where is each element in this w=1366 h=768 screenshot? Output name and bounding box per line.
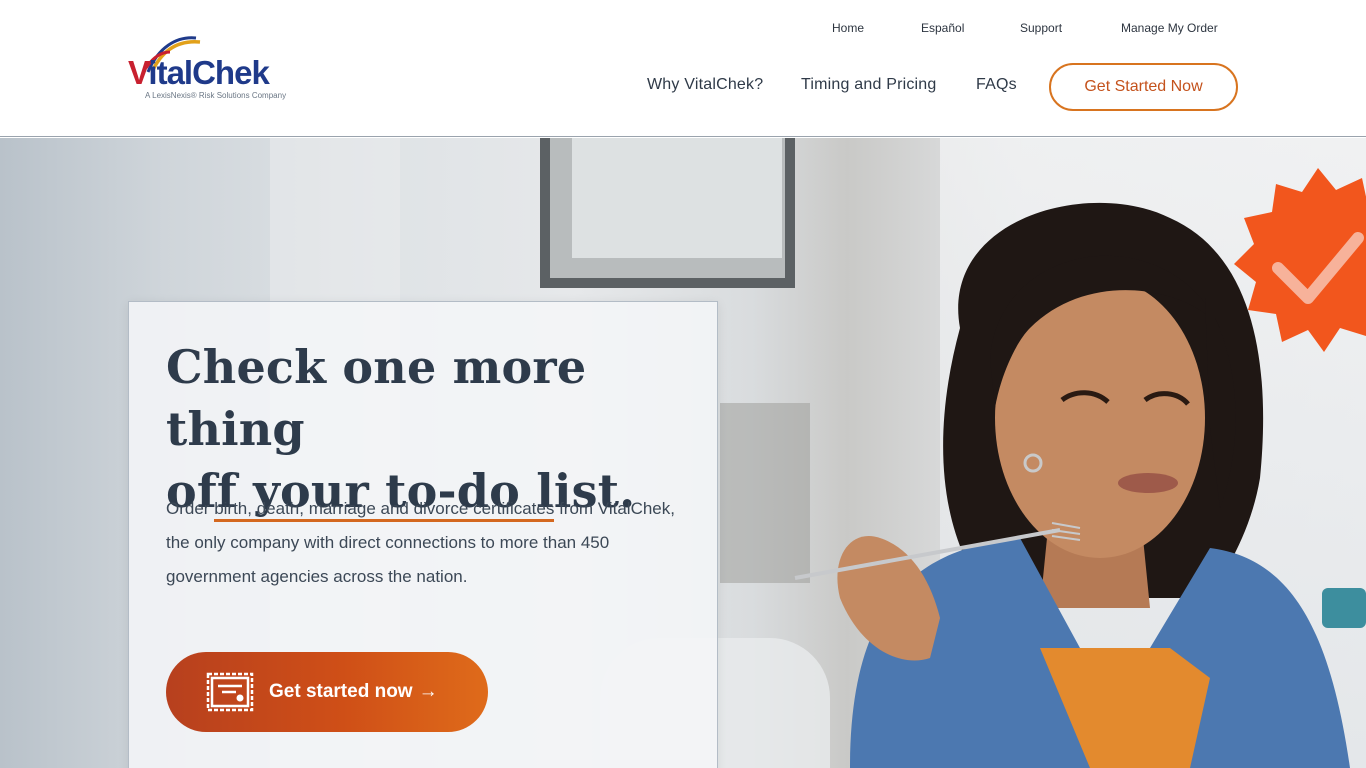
utility-nav: Home Español Support Manage My Order xyxy=(0,21,1366,37)
woman-eating-photo xyxy=(794,202,1350,768)
hero-description: Order birth, death, marriage and divorce… xyxy=(166,492,696,594)
background-window xyxy=(540,138,795,288)
util-link-espanol[interactable]: Español xyxy=(921,21,964,35)
hero-section: Check one more thing off your to-do list… xyxy=(0,138,1366,768)
util-link-home[interactable]: Home xyxy=(832,21,864,35)
nav-link-why-vitalchek[interactable]: Why VitalChek? xyxy=(647,76,763,94)
nav-link-faqs[interactable]: FAQs xyxy=(976,76,1017,94)
lead-prefix: Order xyxy=(166,499,215,518)
certificate-icon xyxy=(206,672,254,712)
certificates-link[interactable]: birth, death, marriage and divorce certi… xyxy=(214,499,555,522)
nav-link-timing-pricing[interactable]: Timing and Pricing xyxy=(801,76,937,94)
hero-card: Check one more thing off your to-do list… xyxy=(128,301,718,768)
get-started-now-hero-button[interactable]: Get started now → xyxy=(166,652,488,732)
arrow-right-icon: → xyxy=(418,681,438,702)
util-link-support[interactable]: Support xyxy=(1020,21,1062,35)
site-header: VitalChek A LexisNexis® Risk Solutions C… xyxy=(0,0,1366,137)
get-started-now-button[interactable]: Get Started Now xyxy=(1049,63,1238,111)
util-link-manage-order[interactable]: Manage My Order xyxy=(1121,21,1218,35)
headline-line-1: Check one more thing xyxy=(166,340,587,456)
cta-label: Get started now xyxy=(269,681,413,702)
